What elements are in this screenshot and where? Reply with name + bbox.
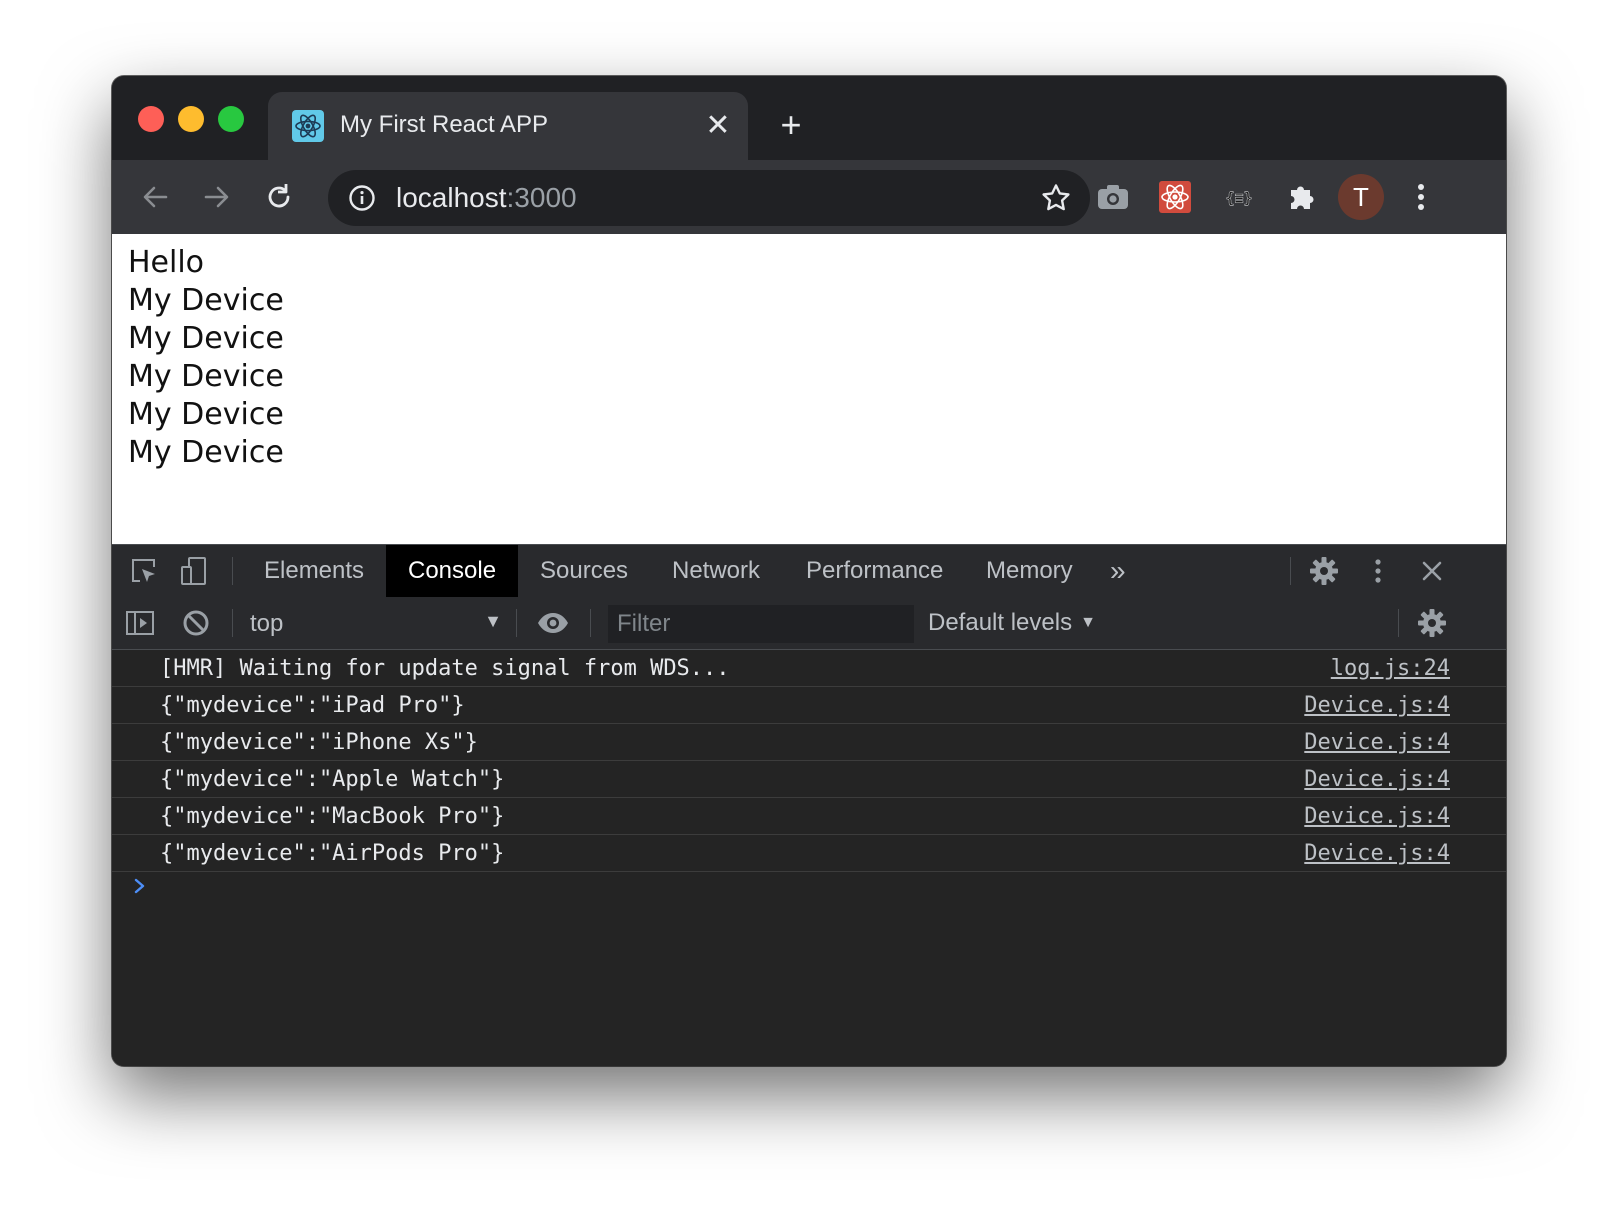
context-label: top	[250, 610, 284, 637]
tab-separator	[232, 557, 233, 585]
inspect-element-icon[interactable]	[128, 555, 160, 587]
page-content: Hello My Device My Device My Device My D…	[112, 234, 1506, 544]
filter-field[interactable]	[608, 605, 914, 643]
tab-network[interactable]: Network	[650, 545, 782, 597]
devtools-tabbar: Elements Console Sources Network Perform…	[112, 544, 1506, 598]
forward-arrow-icon[interactable]	[198, 178, 236, 216]
toolbar-separator	[590, 609, 591, 637]
new-tab-button[interactable]: +	[774, 107, 808, 143]
camera-icon[interactable]	[1094, 178, 1132, 216]
console-source-link[interactable]: Device.js:4	[1304, 804, 1450, 829]
levels-label: Default levels	[928, 609, 1073, 636]
zoom-window-button[interactable]	[218, 106, 244, 132]
close-window-button[interactable]	[138, 106, 164, 132]
console-message: {"mydevice":"iPad Pro"} Device.js:4	[112, 687, 1506, 724]
console-message: {"mydevice":"Apple Watch"} Device.js:4	[112, 761, 1506, 798]
console-output: [HMR] Waiting for update signal from WDS…	[112, 650, 1506, 1066]
svg-text:{≡}: {≡}	[1225, 189, 1252, 207]
device-text: My Device	[128, 321, 284, 356]
log-levels-dropdown[interactable]: Default levels ▼	[928, 609, 1096, 637]
console-message-text: {"mydevice":"iPad Pro"}	[160, 693, 465, 718]
device-text: My Device	[128, 283, 284, 318]
minimize-window-button[interactable]	[178, 106, 204, 132]
device-toolbar-icon[interactable]	[178, 555, 210, 587]
tab-elements[interactable]: Elements	[242, 545, 386, 597]
console-message: {"mydevice":"MacBook Pro"} Device.js:4	[112, 798, 1506, 835]
console-toolbar: top ▼ Default levels ▼	[112, 597, 1506, 650]
address-bar[interactable]: localhost:3000	[328, 170, 1090, 226]
url-host: localhost	[396, 182, 507, 213]
url-text[interactable]: localhost:3000	[396, 182, 577, 214]
tab-console[interactable]: Console	[386, 545, 519, 597]
browser-menu-icon[interactable]	[1402, 178, 1440, 216]
console-source-link[interactable]: Device.js:4	[1304, 693, 1450, 718]
more-tabs-icon[interactable]: »	[1088, 545, 1148, 597]
browser-toolbar: localhost:3000 {≡} T	[112, 160, 1506, 234]
console-message-text: {"mydevice":"iPhone Xs"}	[160, 730, 478, 755]
console-message: {"mydevice":"iPhone Xs"} Device.js:4	[112, 724, 1506, 761]
console-message: {"mydevice":"AirPods Pro"} Device.js:4	[112, 835, 1506, 872]
dropdown-arrow-icon: ▼	[1080, 614, 1096, 631]
clear-console-icon[interactable]	[180, 607, 212, 639]
live-expression-eye-icon[interactable]	[536, 607, 568, 639]
back-arrow-icon[interactable]	[136, 178, 174, 216]
console-source-link[interactable]: Device.js:4	[1304, 730, 1450, 755]
sidebar-toggle-icon[interactable]	[124, 607, 156, 639]
url-port: :3000	[506, 182, 577, 213]
console-message-text: {"mydevice":"MacBook Pro"}	[160, 804, 505, 829]
tab-performance[interactable]: Performance	[784, 545, 965, 597]
console-source-link[interactable]: Device.js:4	[1304, 841, 1450, 866]
dropdown-arrow-icon: ▼	[484, 611, 502, 631]
console-source-link[interactable]: log.js:24	[1331, 656, 1450, 681]
console-message-text: {"mydevice":"Apple Watch"}	[160, 767, 505, 792]
tab-strip: My First React APP ✕ +	[112, 76, 1506, 160]
tab-sources[interactable]: Sources	[518, 545, 650, 597]
devtools-panel: Elements Console Sources Network Perform…	[112, 544, 1506, 1066]
tab-title: My First React APP	[340, 111, 549, 138]
devtools-menu-icon[interactable]	[1362, 555, 1394, 587]
device-text: My Device	[128, 359, 284, 394]
device-text: My Device	[128, 397, 284, 432]
bookmark-star-icon[interactable]	[1040, 182, 1072, 214]
browser-window: My First React APP ✕ + localhost:3000 {≡…	[112, 76, 1506, 1066]
device-text: My Device	[128, 435, 284, 470]
profile-initial: T	[1353, 181, 1369, 212]
tab-separator	[1290, 557, 1291, 585]
toolbar-separator	[232, 609, 233, 637]
tab-memory[interactable]: Memory	[964, 545, 1095, 597]
console-message-text: {"mydevice":"AirPods Pro"}	[160, 841, 505, 866]
browser-tab[interactable]: My First React APP ✕	[268, 92, 748, 160]
console-prompt-chevron-icon[interactable]	[130, 876, 150, 896]
site-info-icon[interactable]	[348, 184, 376, 212]
console-source-link[interactable]: Device.js:4	[1304, 767, 1450, 792]
hello-text: Hello	[128, 245, 205, 280]
react-devtools-icon[interactable]	[1156, 178, 1194, 216]
profile-avatar[interactable]: T	[1338, 174, 1384, 220]
settings-gear-icon[interactable]	[1308, 555, 1340, 587]
reload-icon[interactable]	[260, 178, 298, 216]
json-viewer-icon[interactable]: {≡}	[1220, 178, 1258, 216]
toolbar-separator	[516, 609, 517, 637]
close-devtools-icon[interactable]	[1416, 555, 1448, 587]
react-icon	[292, 110, 324, 142]
console-message: [HMR] Waiting for update signal from WDS…	[112, 650, 1506, 687]
console-settings-gear-icon[interactable]	[1416, 607, 1448, 639]
toolbar-separator	[1398, 609, 1399, 637]
tab-close-icon[interactable]: ✕	[702, 110, 734, 142]
filter-input[interactable]	[609, 606, 913, 642]
console-message-text: [HMR] Waiting for update signal from WDS…	[160, 656, 730, 681]
context-selector[interactable]: top ▼	[240, 607, 502, 639]
puzzle-icon[interactable]	[1282, 178, 1320, 216]
